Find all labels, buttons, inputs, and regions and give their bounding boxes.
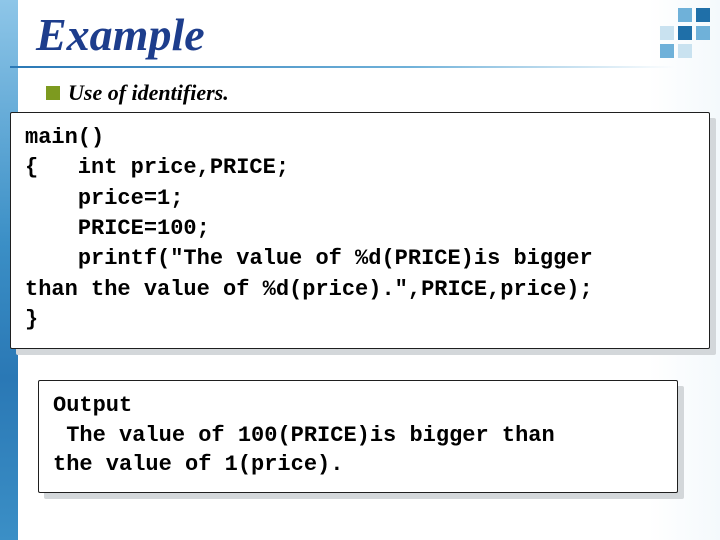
code-box-main: main() { int price,PRICE; price=1; PRICE… [10,112,710,349]
title-underline [10,66,675,68]
code-text: main() { int price,PRICE; price=1; PRICE… [25,123,695,336]
bullet-text: Use of identifiers. [68,80,229,106]
corner-decoration [660,8,710,58]
slide: Example Use of identifiers. main() { int… [0,0,720,540]
page-title: Example [36,8,205,61]
bullet-item: Use of identifiers. [46,80,229,106]
bullet-square-icon [46,86,60,100]
output-text: Output The value of 100(PRICE)is bigger … [53,391,663,480]
output-box: Output The value of 100(PRICE)is bigger … [38,380,678,493]
